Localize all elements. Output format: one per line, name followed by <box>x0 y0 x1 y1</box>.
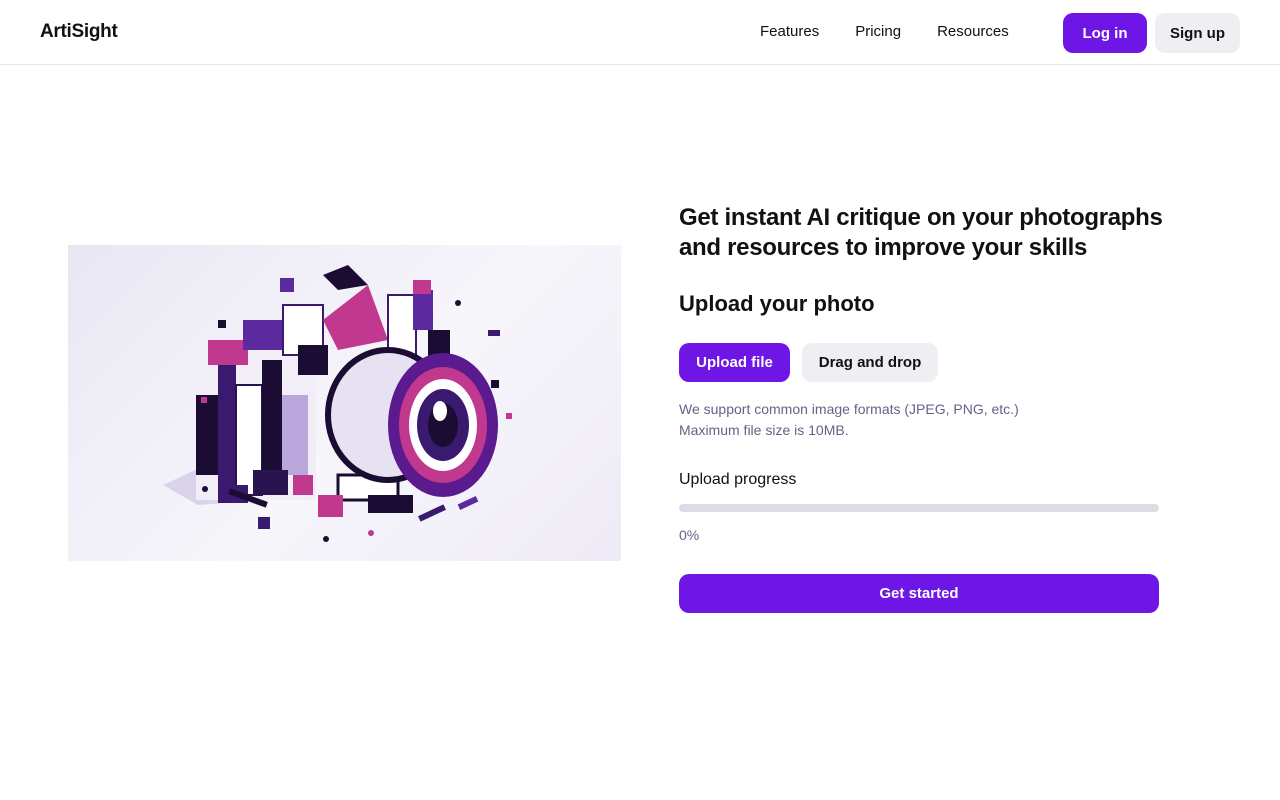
nav-link-features[interactable]: Features <box>760 22 819 42</box>
max-file-size-text: Maximum file size is 10MB. <box>679 422 849 438</box>
brand-logo[interactable]: ArtiSight <box>40 21 118 43</box>
nav-link-pricing[interactable]: Pricing <box>855 22 901 42</box>
upload-file-button[interactable]: Upload file <box>679 343 790 382</box>
login-button[interactable]: Log in <box>1063 13 1147 53</box>
drag-and-drop-button[interactable]: Drag and drop <box>802 343 938 382</box>
camera-illustration-icon <box>163 265 512 542</box>
upload-progress-value: 0% <box>679 527 700 543</box>
upload-progress-bar <box>679 504 1159 512</box>
supported-formats-text: We support common image formats (JPEG, P… <box>679 401 1019 417</box>
nav-links: Features Pricing Resources <box>760 22 1045 42</box>
upload-progress-label: Upload progress <box>679 471 797 488</box>
top-navbar: ArtiSight Features Pricing Resources Log… <box>0 0 1280 65</box>
signup-button[interactable]: Sign up <box>1155 13 1240 53</box>
hero-image <box>68 245 621 561</box>
upload-title: Upload your photo <box>679 291 875 316</box>
hero-headline: Get instant AI critique on your photogra… <box>679 204 1163 261</box>
upload-help-text: We support common image formats (JPEG, P… <box>679 399 1019 441</box>
nav-link-resources[interactable]: Resources <box>937 22 1009 42</box>
get-started-button[interactable]: Get started <box>679 574 1159 613</box>
